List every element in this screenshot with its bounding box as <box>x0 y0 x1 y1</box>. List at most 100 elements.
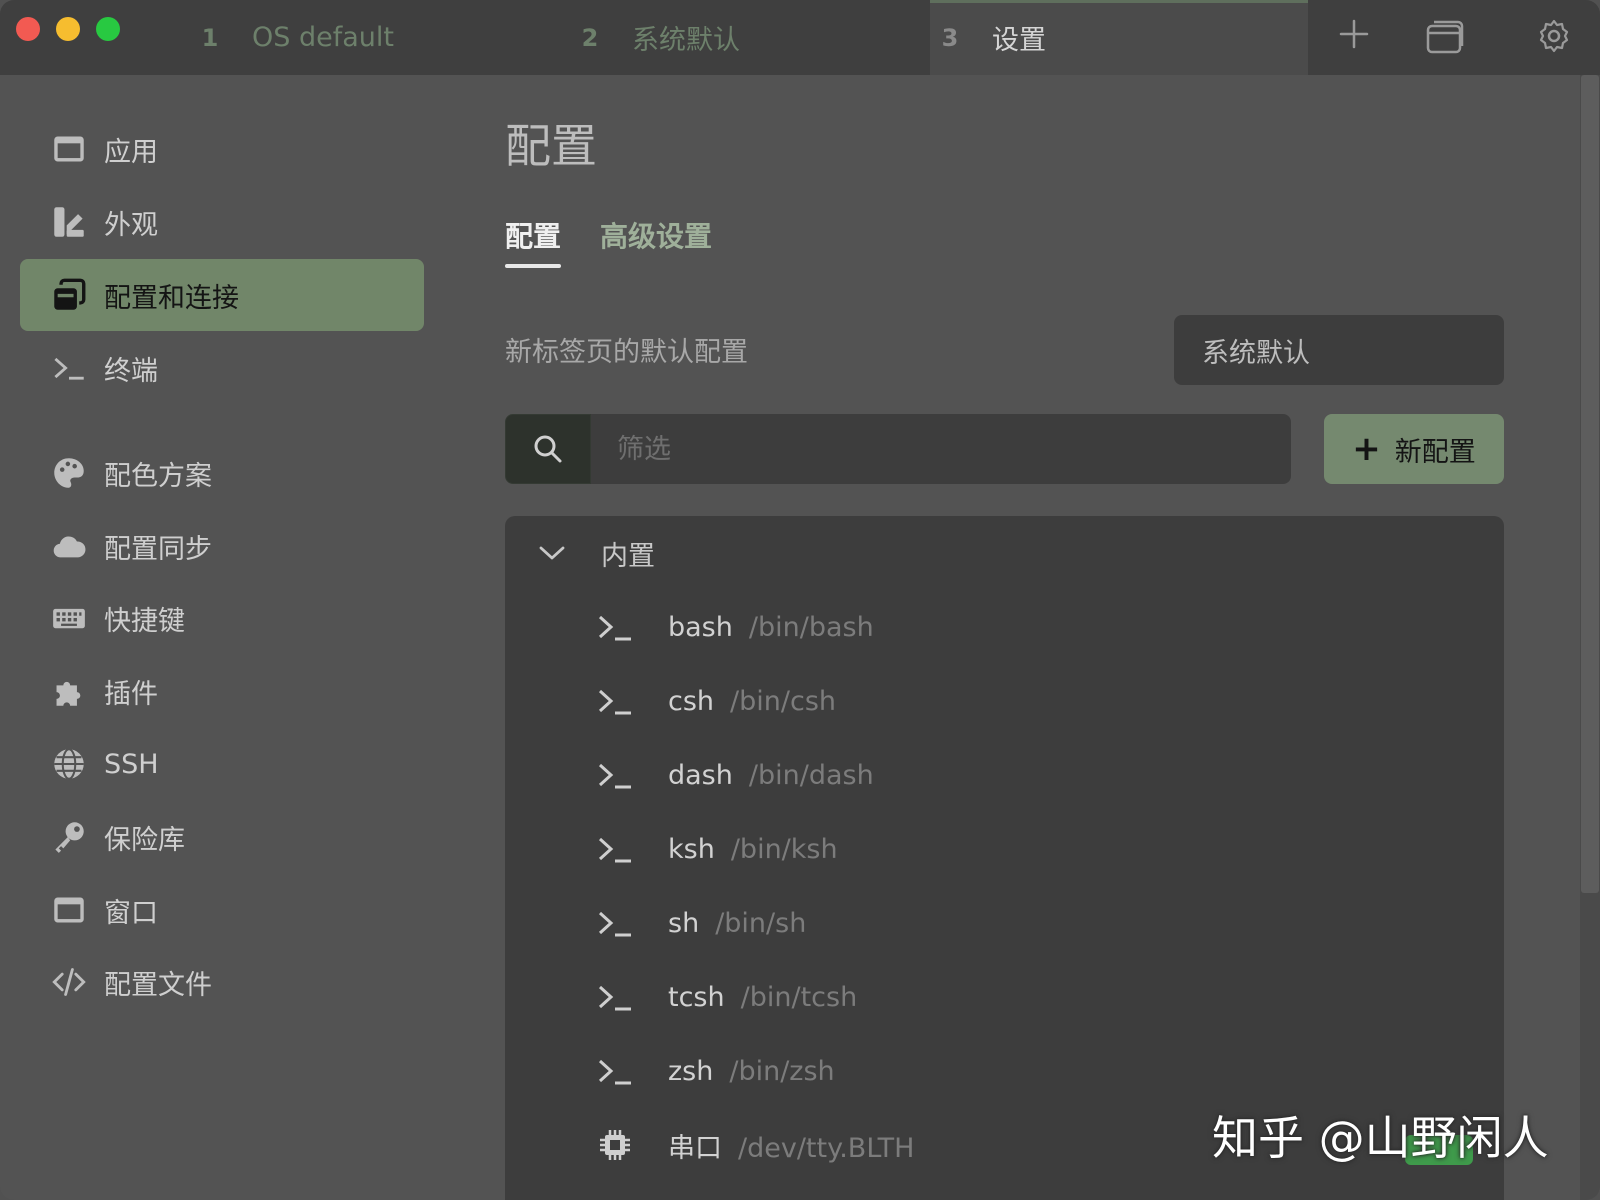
sidebar-item-label: 窗口 <box>104 897 158 929</box>
profile-path: /bin/csh <box>730 685 837 717</box>
profile-row-tcsh[interactable]: tcsh/bin/tcsh <box>505 960 1504 1034</box>
tab-number: 2 <box>581 23 599 52</box>
sidebar-item-plugins[interactable]: 插件 <box>20 655 424 727</box>
active-tab-underline <box>505 264 561 268</box>
group-header-builtin[interactable]: 内置 <box>505 516 1504 590</box>
profile-path: /bin/ksh <box>730 833 838 865</box>
keyboard-icon <box>53 608 85 629</box>
chip-icon <box>600 1130 630 1160</box>
sidebar-item-window[interactable]: 窗口 <box>20 874 424 946</box>
settings-sidebar: 应用 外观 配置和连接 终端 配色方案 配置同步 快捷键 插件 SSH 保险库 … <box>0 75 440 1200</box>
tab-profiles[interactable]: 配置 <box>505 215 561 255</box>
key-icon <box>55 822 84 853</box>
tab-os-default[interactable]: 1 OS default <box>190 0 570 75</box>
profile-name: ksh <box>668 833 715 865</box>
tab-advanced-settings[interactable]: 高级设置 <box>600 215 712 255</box>
profile-row-ksh[interactable]: ksh/bin/ksh <box>505 812 1504 886</box>
tab-label: 系统默认 <box>632 25 740 56</box>
sidebar-item-ssh[interactable]: SSH <box>20 728 424 800</box>
title-bar: 1 OS default 2 系统默认 3 设置 <box>0 0 1600 75</box>
search-button[interactable] <box>505 414 591 484</box>
terminal-icon <box>54 357 84 380</box>
profile-path: /bin/sh <box>715 907 807 939</box>
page-title: 配置 <box>505 119 597 173</box>
terminal-icon <box>598 911 631 937</box>
plus-icon[interactable] <box>1338 18 1370 50</box>
tab-system-default[interactable]: 2 系统默认 <box>570 0 930 75</box>
tab-number: 1 <box>201 23 219 52</box>
sidebar-item-color-scheme[interactable]: 配色方案 <box>20 437 424 509</box>
sidebar-item-label: 配置文件 <box>104 969 212 1001</box>
search-icon <box>534 435 562 463</box>
sidebar-item-label: 保险库 <box>104 824 185 856</box>
sidebar-item-label: 配置和连接 <box>104 282 239 314</box>
profile-name: zsh <box>668 1055 714 1087</box>
gear-icon[interactable] <box>1536 18 1572 54</box>
group-title: 内置 <box>601 540 655 572</box>
sidebar-item-label: 应用 <box>104 136 158 168</box>
settings-window: 1 OS default 2 系统默认 3 设置 应用 外观 配置和连接 终端 … <box>0 0 1600 1200</box>
terminal-icon <box>598 763 631 789</box>
profile-path: /dev/tty.BLTH <box>738 1132 915 1164</box>
terminal-icon <box>598 837 631 863</box>
terminal-icon <box>598 985 631 1011</box>
profile-row-csh[interactable]: csh/bin/csh <box>505 664 1504 738</box>
window-icon <box>54 897 84 923</box>
sidebar-item-config-file[interactable]: 配置文件 <box>20 946 424 1018</box>
minimize-window-button[interactable] <box>56 17 80 41</box>
profile-path: /bin/zsh <box>729 1055 835 1087</box>
profile-name: 串口 <box>668 1132 722 1164</box>
code-icon <box>52 968 86 996</box>
sidebar-item-app[interactable]: 应用 <box>20 113 424 185</box>
terminal-icon <box>598 1059 631 1085</box>
sidebar-item-vault[interactable]: 保险库 <box>20 801 424 873</box>
sidebar-item-shortcuts[interactable]: 快捷键 <box>20 582 424 654</box>
sidebar-item-label: 插件 <box>104 678 158 710</box>
tab-label: 设置 <box>992 25 1046 56</box>
sidebar-item-label: SSH <box>104 748 159 780</box>
sidebar-item-label: 外观 <box>104 209 158 241</box>
filter-input[interactable] <box>591 414 1291 484</box>
profile-name: dash <box>668 759 733 791</box>
sidebar-item-label: 终端 <box>104 355 158 387</box>
tab-label: OS default <box>252 22 394 53</box>
sidebar-item-sync[interactable]: 配置同步 <box>20 510 424 582</box>
profile-row-dash[interactable]: dash/bin/dash <box>505 738 1504 812</box>
watermark: 知乎 @山野闲人 <box>1212 1111 1549 1165</box>
profile-row-zsh[interactable]: zsh/bin/zsh <box>505 1034 1504 1108</box>
plus-icon: + <box>1352 429 1381 469</box>
profile-row-sh[interactable]: sh/bin/sh <box>505 886 1504 960</box>
puzzle-icon <box>56 681 81 706</box>
sidebar-item-appearance[interactable]: 外观 <box>20 186 424 258</box>
sidebar-item-profiles[interactable]: 配置和连接 <box>20 259 424 331</box>
tab-number: 3 <box>941 23 959 52</box>
tab-settings[interactable]: 3 设置 <box>930 0 1308 75</box>
terminal-icon <box>598 615 631 641</box>
sidebar-item-terminal[interactable]: 终端 <box>20 332 424 404</box>
appearance-icon <box>54 207 84 237</box>
profile-name: csh <box>668 685 715 717</box>
new-profile-button[interactable]: + 新配置 <box>1324 414 1504 484</box>
window-icon[interactable] <box>1426 20 1464 54</box>
profile-path: /bin/dash <box>748 759 874 791</box>
window-icon <box>54 136 84 162</box>
scrollbar-thumb[interactable] <box>1581 75 1599 893</box>
terminal-icon <box>598 689 631 715</box>
profile-path: /bin/tcsh <box>740 981 858 1013</box>
default-profile-select[interactable]: 系统默认 <box>1174 315 1504 385</box>
active-tab-indicator <box>930 0 1308 3</box>
profiles-icon <box>54 278 86 310</box>
default-profile-label: 新标签页的默认配置 <box>505 337 748 368</box>
profile-name: bash <box>668 611 733 643</box>
maximize-window-button[interactable] <box>96 17 120 41</box>
new-profile-label: 新配置 <box>1394 436 1476 468</box>
default-profile-value: 系统默认 <box>1202 337 1310 369</box>
profile-path: /bin/bash <box>748 611 874 643</box>
profile-name: sh <box>668 907 700 939</box>
palette-icon <box>54 458 84 488</box>
profile-row-bash[interactable]: bash/bin/bash <box>505 590 1504 664</box>
close-window-button[interactable] <box>16 17 40 41</box>
globe-icon <box>54 748 84 780</box>
cloud-icon <box>53 536 86 558</box>
chevron-down-icon <box>539 546 565 560</box>
